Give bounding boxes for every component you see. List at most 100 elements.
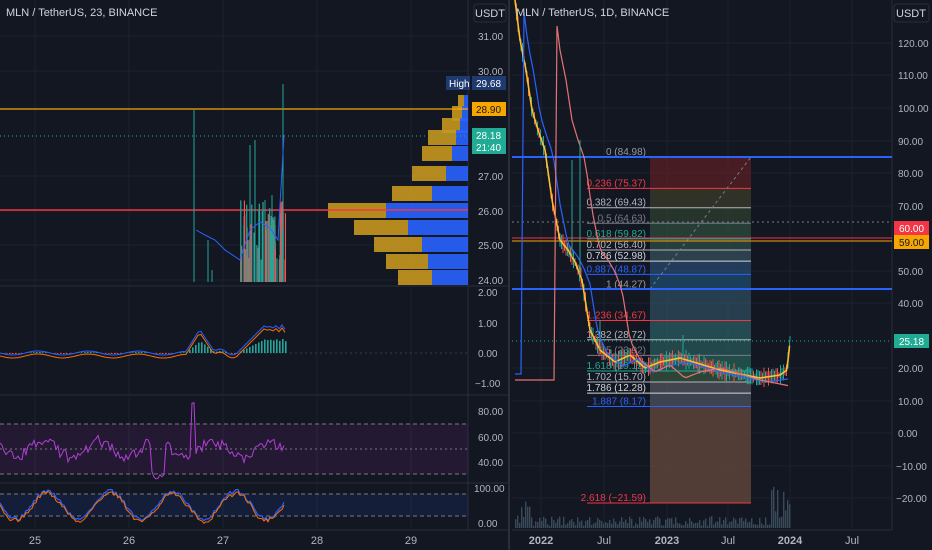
right-red-value: 60.00 xyxy=(899,224,924,235)
fib-level-label: 0.5 (64.63) xyxy=(598,213,646,224)
fib-zone-band xyxy=(650,393,751,407)
macd-histogram-bar xyxy=(252,345,254,353)
right-xtick-2023: 2023 xyxy=(655,535,679,547)
right-volume-bar xyxy=(765,517,767,528)
left-xtick-26: 26 xyxy=(123,535,135,547)
right-volume-bar xyxy=(669,518,671,528)
right-tick-neg20: −20.00 xyxy=(896,494,927,505)
right-volume-bar xyxy=(675,517,677,528)
right-volume-bar xyxy=(729,521,731,528)
right-volume-bar xyxy=(739,518,741,528)
volume-profile-bar-sell xyxy=(432,186,468,201)
stoch-tick-100: 100.00 xyxy=(474,484,505,495)
macd-histogram-bar xyxy=(114,353,116,354)
right-tick-10: 10.00 xyxy=(898,397,923,408)
right-volume-bar xyxy=(615,521,617,528)
volume-profile-bar-sell xyxy=(446,166,468,181)
right-volume-bar xyxy=(625,519,627,528)
macd-histogram-bar xyxy=(159,353,161,354)
macd-histogram-bar xyxy=(117,353,119,354)
fib-zone-band xyxy=(650,223,751,239)
right-volume-bar xyxy=(545,518,547,528)
right-volume-bar xyxy=(771,490,773,528)
left-tick-24: 24.00 xyxy=(478,276,503,287)
right-volume-bar xyxy=(579,521,581,528)
right-volume-bar xyxy=(601,521,603,528)
macd-histogram-bar xyxy=(105,353,107,354)
right-volume-bar xyxy=(547,524,549,528)
volume-profile-bar-sell xyxy=(408,220,468,235)
fib-zone-band xyxy=(650,207,751,224)
fib-level-label: 2.618 (−21.59) xyxy=(581,493,646,504)
fib-level-label: 0.702 (56.40) xyxy=(587,240,647,251)
right-volume-bar xyxy=(549,525,551,528)
macd-histogram-bar xyxy=(246,348,248,353)
right-tick-20: 20.00 xyxy=(898,364,923,375)
right-volume-bar xyxy=(671,518,673,528)
right-volume-bar xyxy=(631,518,633,528)
left-orange-value: 28.90 xyxy=(476,105,501,116)
right-volume-bar xyxy=(701,525,703,528)
left-candle-body xyxy=(258,203,260,282)
right-volume-bar xyxy=(537,522,539,528)
macd-histogram-bar xyxy=(249,347,251,353)
left-chart-title: MLN / TetherUS, 23, BINANCE xyxy=(6,7,157,19)
right-volume-bar xyxy=(589,517,591,528)
macd-tick-1: 1.00 xyxy=(478,319,498,330)
right-volume-bar xyxy=(515,519,517,528)
left-xtick-25: 25 xyxy=(29,535,41,547)
right-tick-50: 50.00 xyxy=(898,267,923,278)
macd-histogram-bar xyxy=(15,353,17,354)
left-candle-body xyxy=(240,200,242,282)
macd-histogram-bar xyxy=(156,353,158,354)
volume-profile-bar-buy xyxy=(412,166,446,181)
fib-zone-band xyxy=(650,339,751,356)
right-volume-bar xyxy=(685,521,687,528)
right-volume-bar xyxy=(717,521,719,528)
macd-histogram-bar xyxy=(93,352,95,353)
right-volume-bar xyxy=(723,519,725,528)
right-tick-110: 110.00 xyxy=(898,71,928,82)
right-volume-bar xyxy=(605,522,607,528)
macd-histogram-bar xyxy=(183,352,185,353)
right-volume-bar xyxy=(533,525,535,528)
right-tick-40: 40.00 xyxy=(898,299,923,310)
macd-histogram-bar xyxy=(36,352,38,353)
right-volume-bar xyxy=(721,524,723,528)
right-volume-bar xyxy=(609,520,611,528)
left-candle-body xyxy=(261,211,263,282)
right-volume-bar xyxy=(711,516,713,528)
macd-histogram-bar xyxy=(141,352,143,353)
right-volume-bar xyxy=(751,518,753,528)
right-currency-label: USDT xyxy=(896,8,926,20)
macd-histogram-bar xyxy=(207,346,209,353)
macd-histogram-bar xyxy=(66,353,68,354)
volume-profile-bar-buy xyxy=(428,130,456,145)
macd-histogram-bar xyxy=(279,340,281,353)
right-tick-70: 70.00 xyxy=(898,202,923,213)
right-volume-bar xyxy=(651,524,653,528)
right-volume-bar xyxy=(713,524,715,528)
right-volume-bar xyxy=(607,523,609,528)
left-currency-label: USDT xyxy=(475,8,505,20)
right-volume-bar xyxy=(769,524,771,528)
right-chart-title: MLN / TetherUS, 1D, BINANCE xyxy=(516,7,669,19)
right-volume-bar xyxy=(519,522,521,528)
right-volume-bar xyxy=(641,521,643,528)
rsi-tick-40: 40.00 xyxy=(478,458,503,469)
right-volume-bar xyxy=(627,523,629,528)
left-candle-body xyxy=(246,204,248,282)
right-volume-bar xyxy=(697,522,699,528)
right-tick-90: 90.00 xyxy=(898,137,923,148)
right-volume-bar xyxy=(563,516,565,528)
left-candle-body xyxy=(265,228,267,282)
right-volume-bar xyxy=(561,525,563,528)
right-volume-bar xyxy=(753,524,755,528)
fib-level-label: 0.382 (69.43) xyxy=(587,198,647,209)
right-volume-bar xyxy=(741,517,743,528)
high-label: High xyxy=(449,79,470,90)
right-volume-bar xyxy=(583,525,585,528)
fib-level-label: 1.618 (19.12) xyxy=(587,361,647,372)
right-volume-bar xyxy=(521,507,523,528)
right-volume-bar xyxy=(581,520,583,528)
